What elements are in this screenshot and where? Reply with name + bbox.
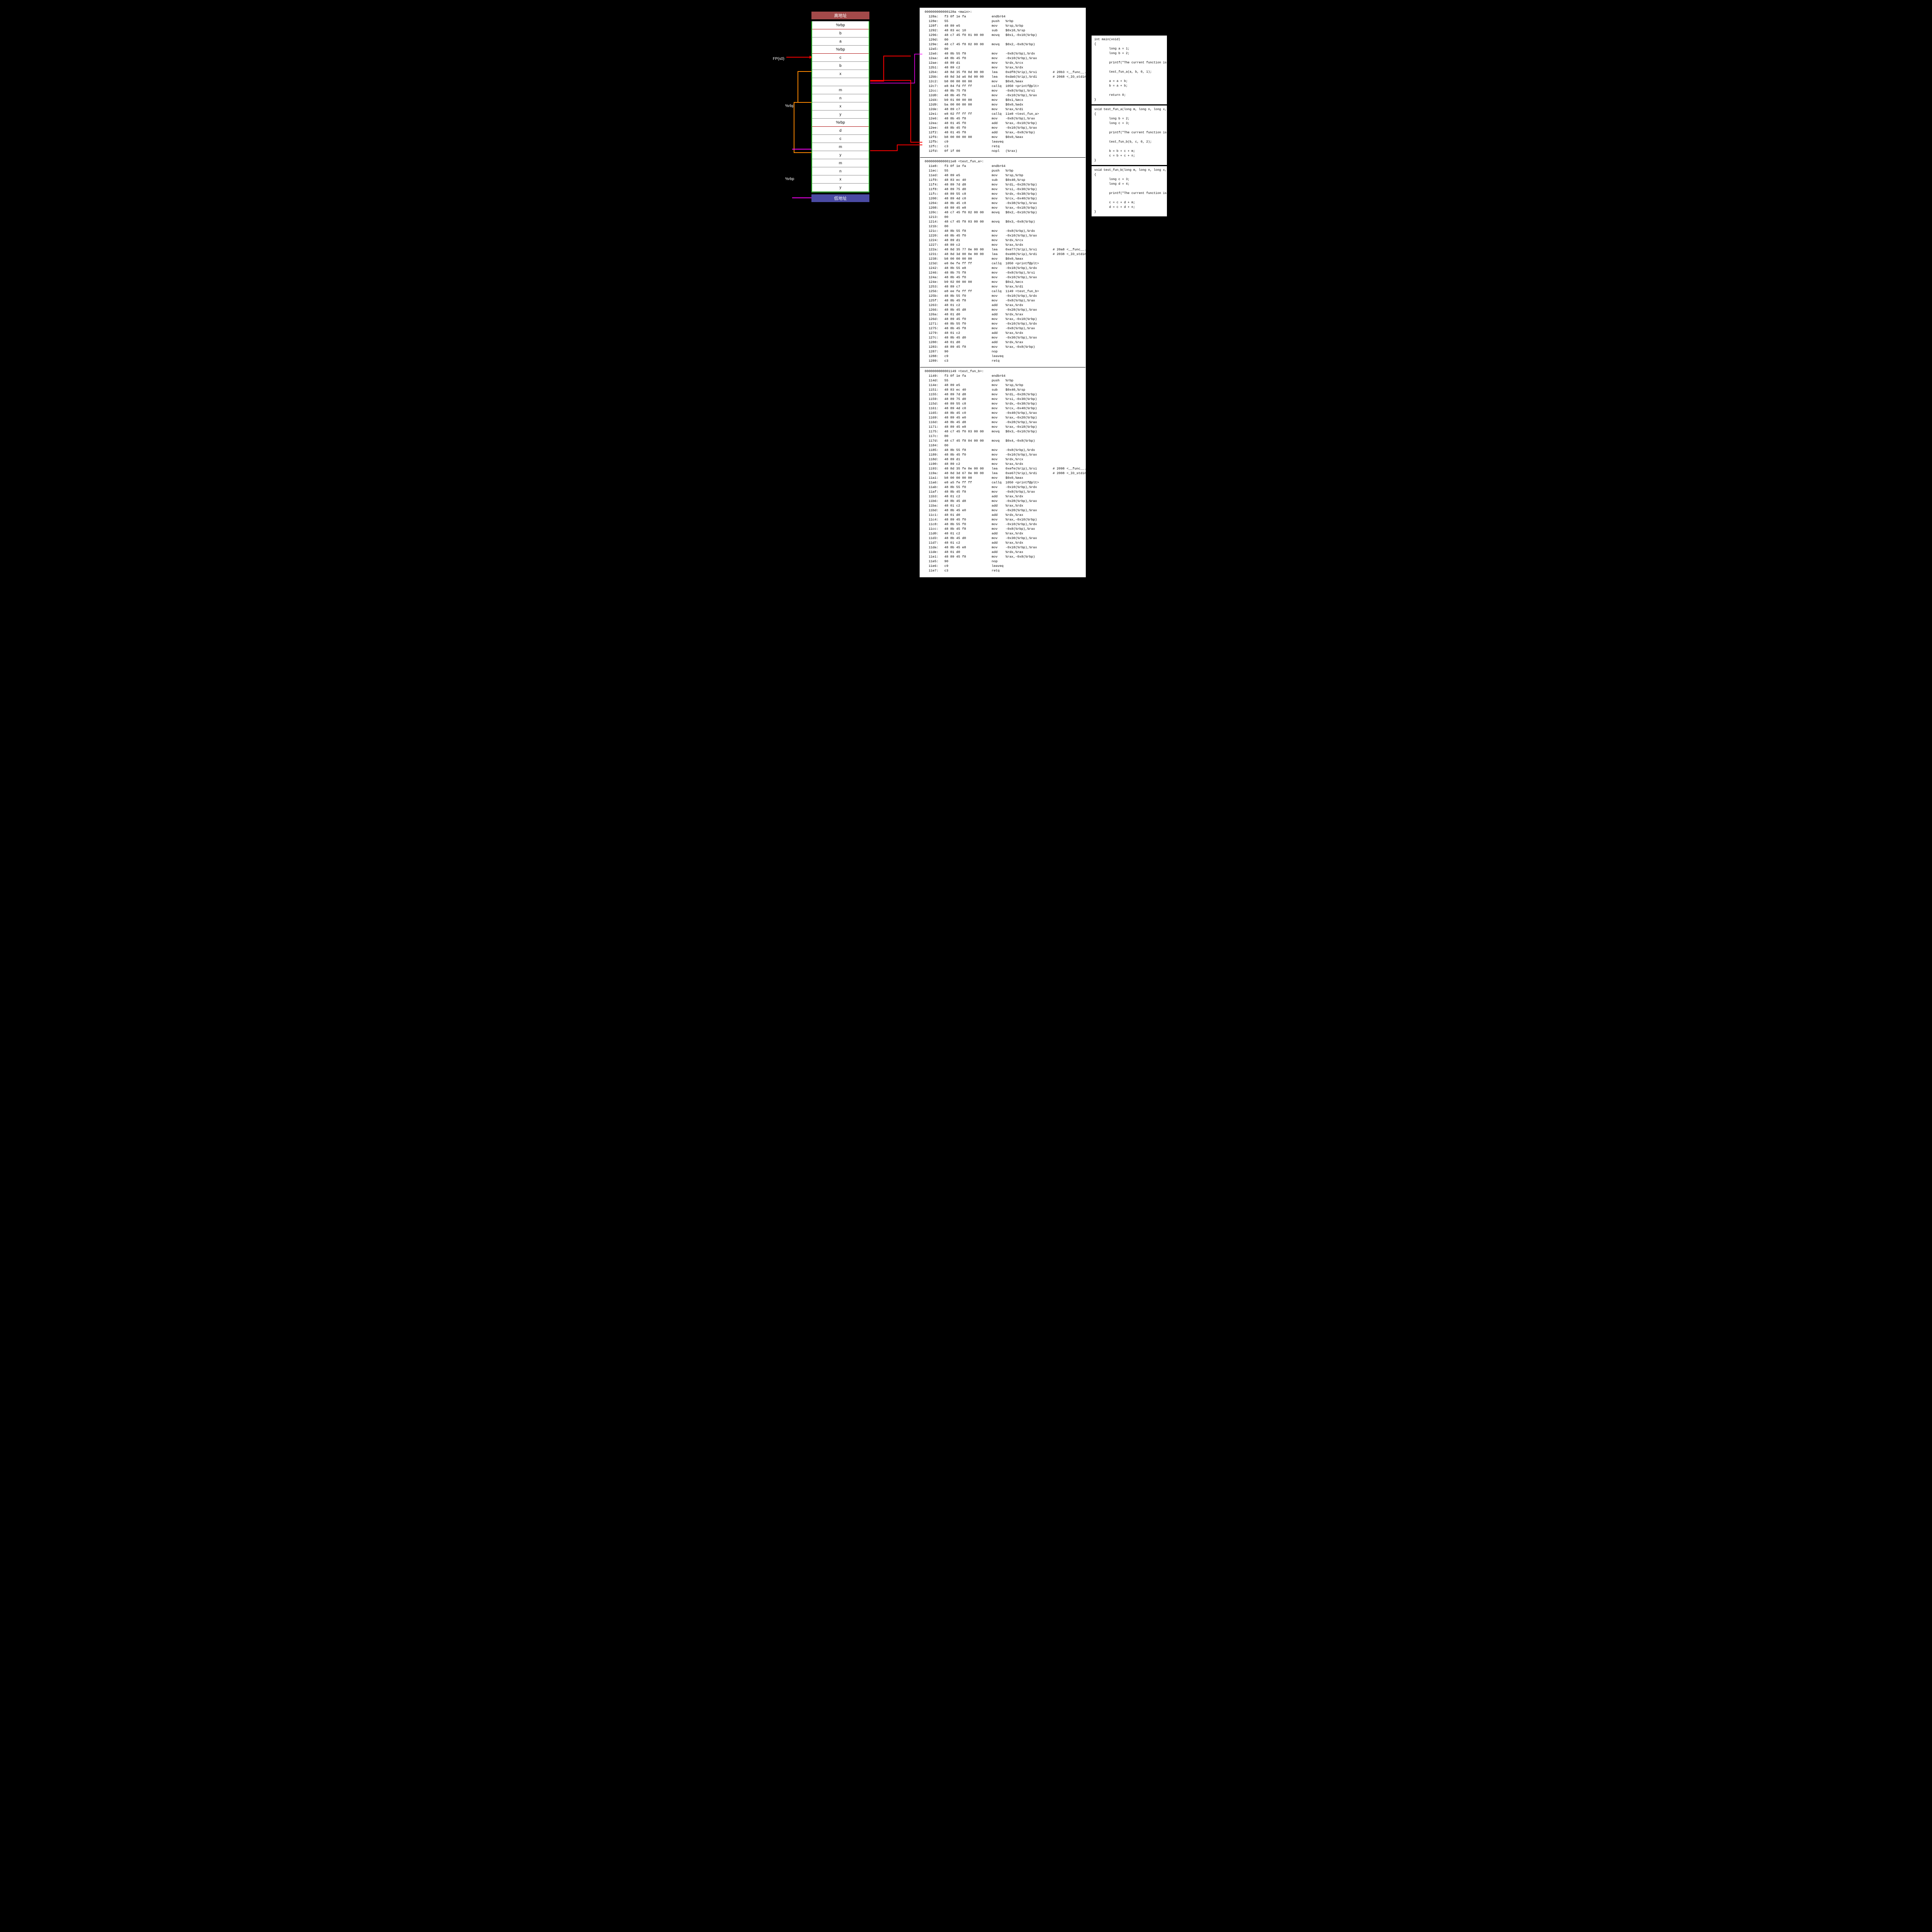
stack-cell: a <box>812 37 869 46</box>
asm-arrow-3 <box>870 143 924 158</box>
asm-a-header: 00000000000011e8 <test_fun_a>: <box>925 160 984 163</box>
rbp-label-2: %rbp <box>785 177 794 181</box>
stack-cell: n <box>812 167 869 175</box>
stack-cell: %rbp <box>812 46 869 54</box>
main-arrow-top <box>870 54 913 85</box>
c-main: int main(void) { long a = 1; long b = 2;… <box>1092 36 1167 104</box>
asm-test-fun-b: 0000000000001149 <test_fun_b>: 1149: f3 … <box>920 367 1085 577</box>
stack-cell: %rbp <box>812 119 869 127</box>
c-test-fun-a: void test_fun_a(long m, long n, long x, … <box>1092 105 1167 165</box>
stack-cell: m <box>812 159 869 167</box>
stack-cell: x <box>812 70 869 78</box>
stack-cell <box>812 78 869 86</box>
stack-cell: c <box>812 54 869 62</box>
canvas: FP(s0) %rbp %rbp 高地址 %rbpba%rbpcbxmnxy%r… <box>765 0 1167 585</box>
c-source-panel: int main(void) { long a = 1; long b = 2;… <box>1092 36 1167 218</box>
stack-cell: y <box>812 151 869 159</box>
asm-a-body: 11e8: f3 0f 1e fa endbr64 11ec: 55 push … <box>925 164 1108 363</box>
stack-cell: m <box>812 143 869 151</box>
stack-cell: y <box>812 111 869 119</box>
asm-arrow-1 <box>870 52 924 110</box>
stack-cell: x <box>812 175 869 184</box>
asm-arrow-2 <box>870 77 924 146</box>
stack-cell: n <box>812 94 869 102</box>
stack-cell: d <box>812 127 869 135</box>
stack-cell: b <box>812 62 869 70</box>
asm-b-header: 0000000000001149 <test_fun_b>: <box>925 369 984 373</box>
c-test-fun-b: void test_fun_b(long m, long n, long x, … <box>1092 166 1167 216</box>
asm-main: 000000000000128a <main>: 128a: f3 0f 1e … <box>920 8 1085 158</box>
rbp-label-1: %rbp <box>785 104 794 108</box>
asm-main-body: 128a: f3 0f 1e fa endbr64 128e: 55 push … <box>925 15 1108 153</box>
stack-diagram: 高地址 %rbpba%rbpcbxmnxy%rbpdcmymnxy 低地址 <box>811 12 869 202</box>
fp-label: FP(s0) <box>773 57 784 61</box>
stack-cell: b <box>812 29 869 37</box>
stack-cell: m <box>812 86 869 94</box>
asm-panel: 000000000000128a <main>: 128a: f3 0f 1e … <box>920 8 1086 577</box>
stack-cell: y <box>812 184 869 192</box>
asm-b-body: 1149: f3 0f 1e fa endbr64 114d: 55 push … <box>925 374 1106 573</box>
asm-test-fun-a: 00000000000011e8 <test_fun_a>: 11e8: f3 … <box>920 158 1085 367</box>
stack-cell: x <box>812 102 869 111</box>
fp-arrow <box>786 54 813 60</box>
stack-cell: %rbp <box>812 21 869 29</box>
lo-addr-box: 低地址 <box>811 194 869 202</box>
stack-cells: %rbpba%rbpcbxmnxy%rbpdcmymnxy <box>811 21 869 192</box>
stack-cell: c <box>812 135 869 143</box>
hi-addr-box: 高地址 <box>811 12 869 19</box>
asm-main-header: 000000000000128a <main>: <box>925 10 972 14</box>
